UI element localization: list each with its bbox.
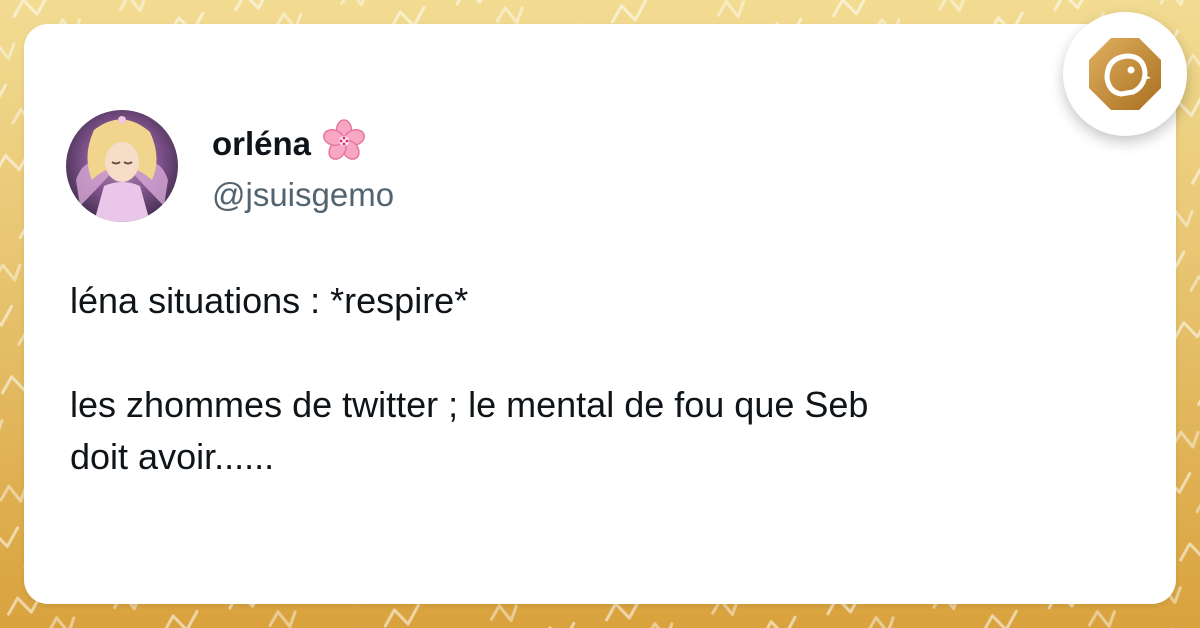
cherry-blossom-icon bbox=[321, 118, 367, 169]
tweet-line: doit avoir...... bbox=[70, 436, 275, 477]
author-handle[interactable]: @jsuisgemo bbox=[212, 176, 394, 214]
author-name-row: orléna bbox=[212, 118, 367, 169]
brand-logo-icon bbox=[1089, 38, 1161, 110]
avatar[interactable] bbox=[66, 110, 178, 222]
brand-badge[interactable] bbox=[1063, 12, 1187, 136]
tweet-line: léna situations : *respire* bbox=[70, 280, 469, 321]
tweet-text: léna situations : *respire* les zhommes … bbox=[70, 275, 1150, 483]
tweet-line: les zhommes de twitter ; le mental de fo… bbox=[70, 384, 869, 425]
display-name[interactable]: orléna bbox=[212, 125, 311, 163]
avatar-image bbox=[66, 110, 178, 222]
